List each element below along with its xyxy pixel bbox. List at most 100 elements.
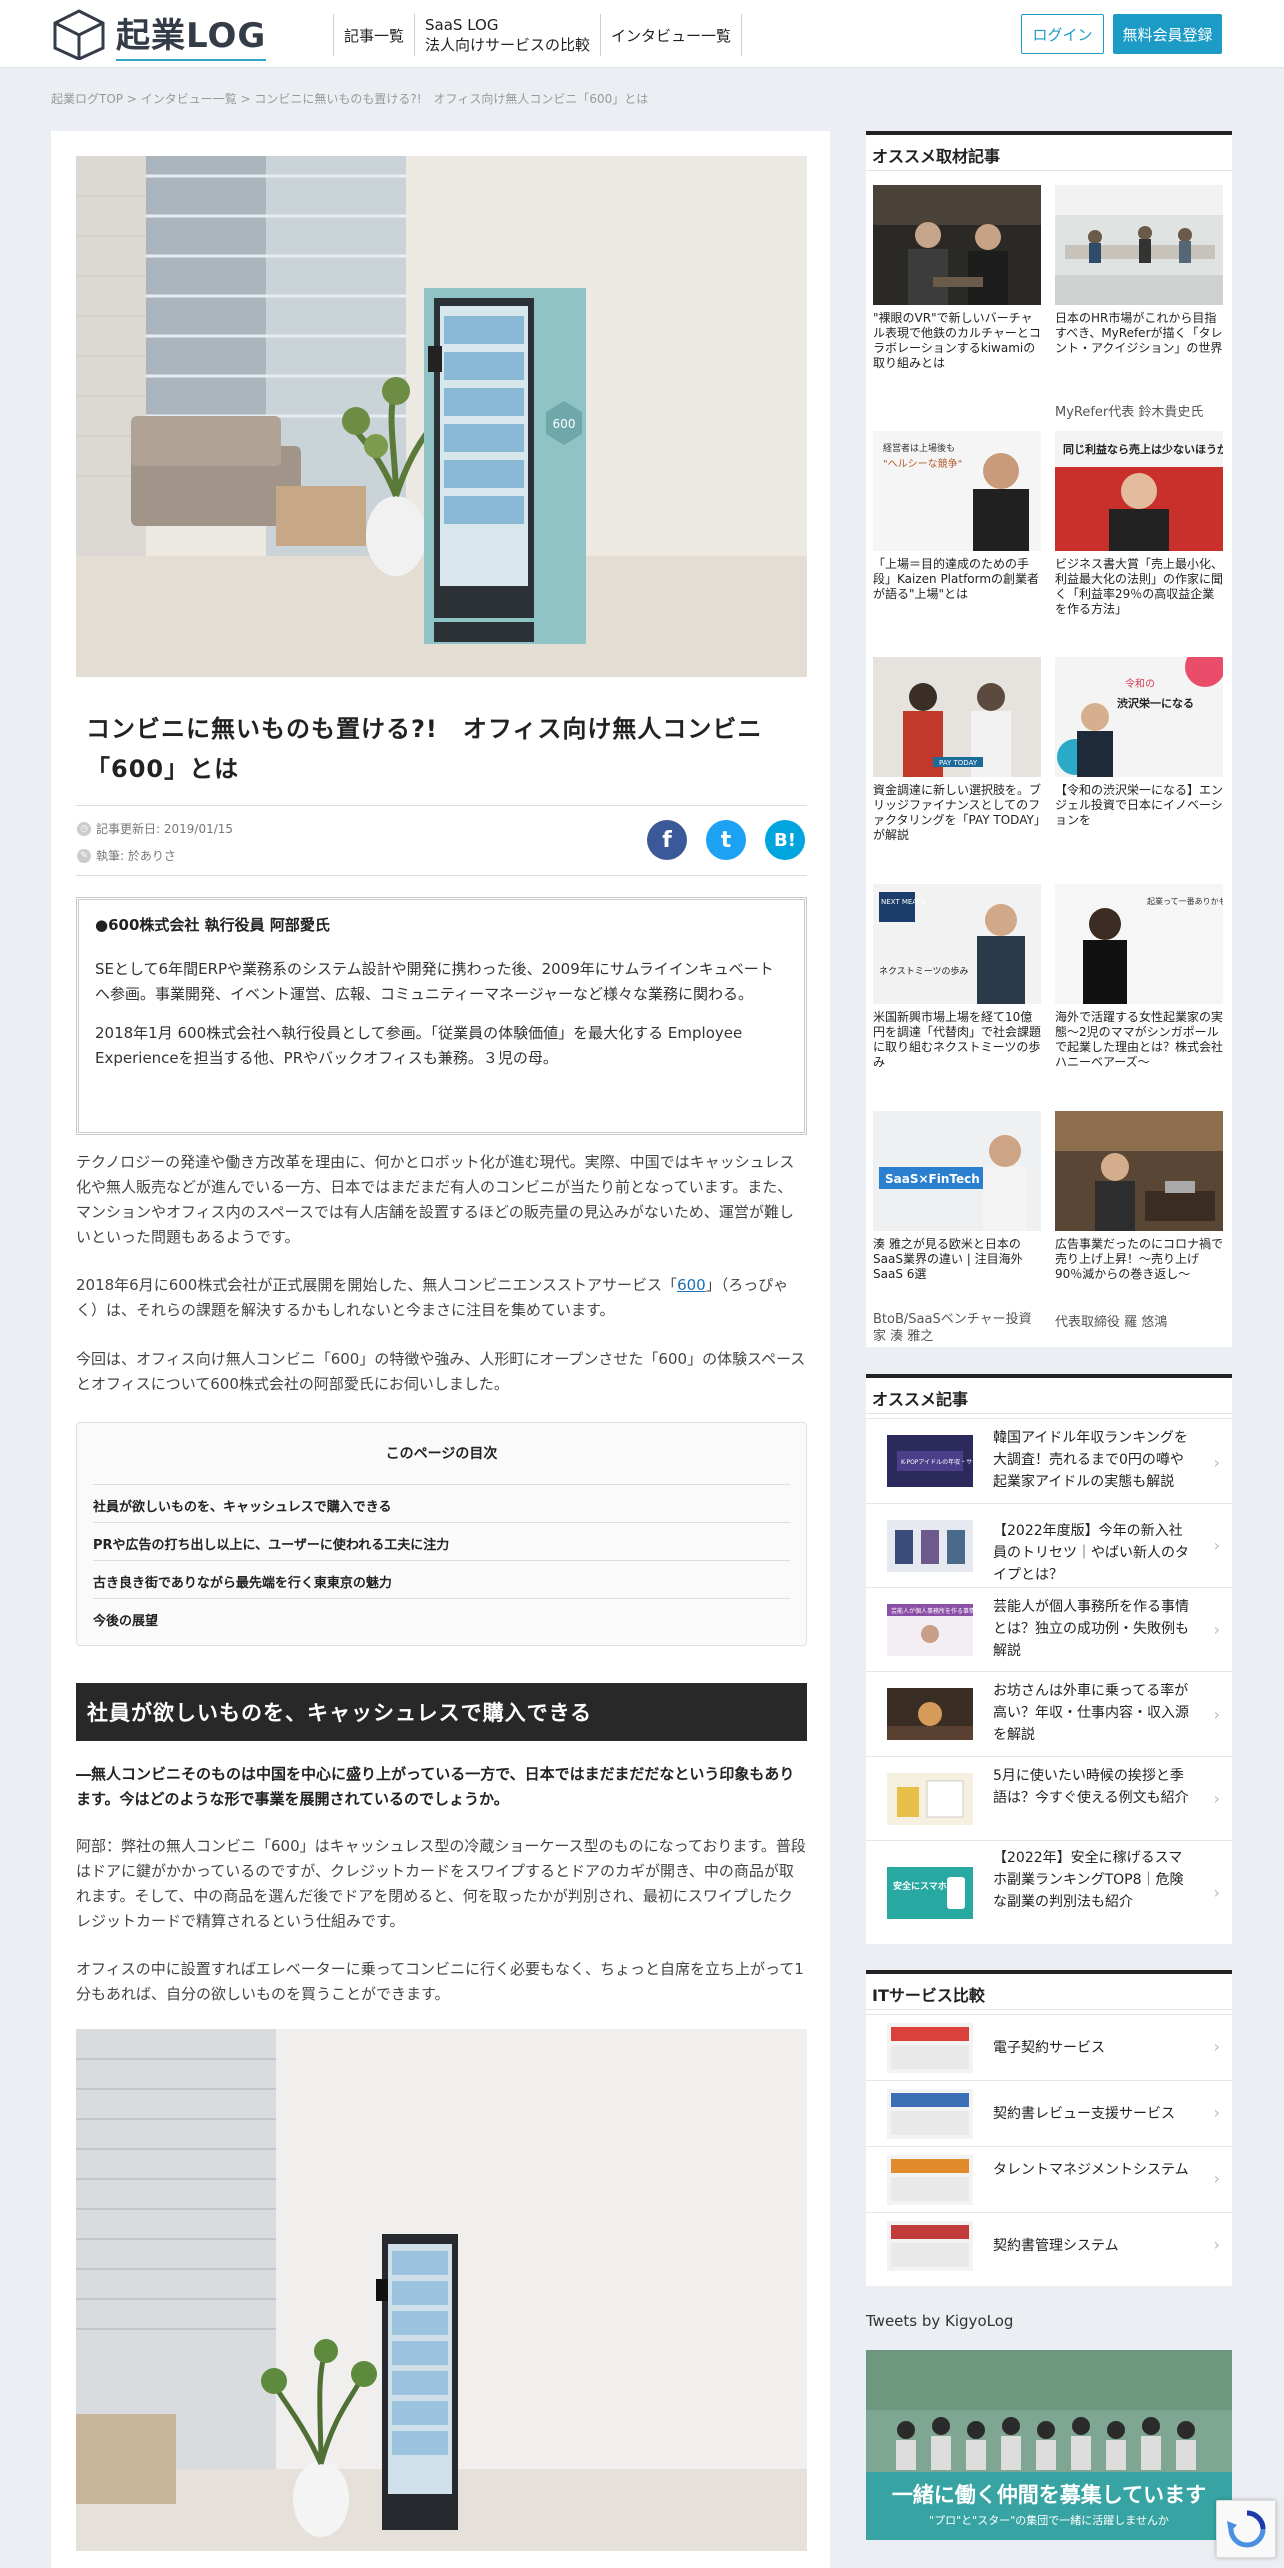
pick-card[interactable]: 日本のHR市場がこれから目指すべき、MyReferが描く「タレント・アクイジショ… [1055,185,1223,356]
pick6-thumb-text-a: 令和の [1125,677,1155,690]
rec3-thumb-text: 芸能人が個人事務所を作る事情 [891,1607,973,1615]
nav-saas-log[interactable]: SaaS LOG 法人向けサービスの比較 [414,14,600,56]
author-text: 執筆: 於ありさ [96,849,176,863]
rec-title: 【2022年度版】今年の新入社員のトリセツ｜やばい新人のタイプとは？ [993,1523,1189,1583]
profile-current: 2018年1月 600株式会社へ執行役員として参画。「従業員の体験価値」を最大化… [95,1024,743,1067]
chevron-right-icon: › [1213,2169,1220,2188]
toc-item[interactable]: PRや広告の打ち出し以上に、ユーザーに使われる工夫に注力 [93,1522,790,1560]
recommended-item[interactable]: 5月に使いたい時候の挨拶と季語は？今すぐ使える例文も紹介 › [866,1756,1232,1840]
toc-item[interactable]: 古き良き街でありながら最先端を行く東東京の魅力 [93,1560,790,1598]
pick-caption: 湊 雅之が見る欧米と日本のSaaS業界の違い | 注目海外SaaS 6選 [873,1237,1023,1281]
chevron-right-icon: › [1213,1536,1220,1555]
hero-image: 600 [76,156,807,677]
it-thumbnail [887,2155,973,2205]
rec-thumbnail: 芸能人が個人事務所を作る事情 [887,1604,973,1656]
recommended-item[interactable]: K-POPアイドルの年収・サイドビジネス事情 韓国アイドル年収ランキングを大調査… [866,1418,1232,1503]
pick-card[interactable]: PAY TODAY 資金調達に新しい選択肢を。ブリッジファイナンスとしてのファク… [873,657,1041,843]
facebook-share-button[interactable]: f [647,820,687,860]
nav-articles[interactable]: 記事一覧 [333,14,414,56]
rec-thumbnail: 安全にスマホ副業 [887,1867,973,1919]
pick-author: 代表取締役 羅 悠鴻 [1055,1315,1168,1330]
pick7-thumb-text-b: ネクストミーツの歩み [879,965,969,977]
rec-title: 【2022年】安全に稼げるスマホ副業ランキングTOP8｜危険な副業の判別法も紹介 [993,1850,1184,1910]
pick3-thumb-text-a: 経営者は上場後も [883,442,955,454]
pick-author: MyRefer代表 鈴木貴史氏 [1055,405,1204,420]
pick-caption: 日本のHR市場がこれから目指すべき、MyReferが描く「タレント・アクイジショ… [1055,311,1223,355]
it-service-item[interactable]: 契約書管理システム › [866,2212,1232,2278]
pick-card[interactable]: 令和の 渋沢栄一になる 【令和の渋沢栄一になる】エンジェル投資で日本にイノベーショ… [1055,657,1223,828]
site-logo[interactable]: 起業LOG [50,8,267,61]
pick-caption: 海外で活躍する女性起業家の実態〜2児のママがシンガポールで起業した理由とは？株式… [1055,1010,1224,1069]
pick-caption: 資金調達に新しい選択肢を。ブリッジファイナンスとしてのファクタリングを「PAY … [873,783,1042,842]
pick-thumbnail: 起業って一番ありかも [1055,884,1223,1004]
recommended-articles: オススメ記事 K-POPアイドルの年収・サイドビジネス事情 韓国アイドル年収ラン… [866,1374,1232,1944]
intro-paragraph-2: 2018年6月に600株式会社が正式展開を開始した、無人コンビニエンスストアサー… [76,1273,807,1323]
login-button[interactable]: ログイン [1021,14,1104,54]
recaptcha-badge[interactable] [1216,2500,1276,2558]
meta-divider-top [76,805,807,806]
recommended-item[interactable]: 安全にスマホ副業 【2022年】安全に稼げるスマホ副業ランキングTOP8｜危険な… [866,1840,1232,1944]
recommended-item[interactable]: 【2022年度版】今年の新入社員のトリセツ｜やばい新人のタイプとは？ › [866,1503,1232,1587]
twitter-icon: t [720,827,732,853]
it-service-item[interactable]: 契約書レビュー支援サービス › [866,2080,1232,2146]
it-service-label: 電子契約サービス [993,2040,1105,2056]
logo-cube-icon [53,9,105,60]
meta-divider-bottom [76,875,807,876]
it-service-item[interactable]: 電子契約サービス › [866,2014,1232,2080]
hatena-icon: B! [774,829,796,851]
article-updated: ◷ 記事更新日: 2019/01/15 [77,820,233,837]
toc-item[interactable]: 社員が欲しいものを、キャッシュレスで購入できる [93,1484,790,1522]
chevron-right-icon: › [1213,1620,1220,1639]
pick-caption: 米国新興市場上場を経て10億円を調達「代替肉」で社会課題に取り組むネクストミーツ… [873,1010,1042,1069]
pick8-thumb-text: 起業って一番ありかも [1147,896,1223,906]
pick-card[interactable]: 同じ利益なら売上は少ないほうがいい ビジネス書大賞「売上最小化、利益最大化の法則… [1055,431,1223,617]
twitter-banner[interactable]: 一緒に働く仲間を募集しています "プロ"と"スター"の集団で一緒に活躍しませんか [866,2350,1232,2540]
chevron-right-icon: › [1213,1453,1220,1472]
pick-thumbnail [1055,185,1223,305]
breadcrumb[interactable]: 起業ログTOP > インタビュー一覧 > コンビニに無いものも置ける?! オフィ… [51,90,648,107]
tweets-label[interactable]: Tweets by KigyoLog [866,2312,1013,2330]
pick9-thumb-text: SaaS×FinTech [885,1172,980,1186]
rec-thumbnail [887,1773,973,1825]
clock-icon: ◷ [77,821,91,836]
intro2-link-600[interactable]: 600 [677,1276,706,1294]
it-thumbnail [887,2221,973,2271]
pick-card[interactable]: "裸眼のVR"で新しいバーチャル表現で他鉄のカルチャーとコラボレーションするki… [873,185,1041,371]
toc-item[interactable]: 今後の展望 [93,1598,790,1636]
pick-card[interactable]: 広告事業だったのにコロナ禍で売り上げ上昇！〜売り上げ90％減からの巻き返し〜 [1055,1111,1223,1282]
it-service-item[interactable]: タレントマネジメントシステム › [866,2146,1232,2212]
pick-thumbnail: SaaS×FinTech [873,1111,1041,1231]
interview-question: ―無人コンビニそのものは中国を中心に盛り上がっている一方で、日本ではまだまだだな… [76,1765,795,1808]
table-of-contents: このページの目次 社員が欲しいものを、キャッシュレスで購入できる PRや広告の打… [76,1422,807,1646]
it-thumbnail [887,2023,973,2073]
twitter-share-button[interactable]: t [706,820,746,860]
pick-caption: "裸眼のVR"で新しいバーチャル表現で他鉄のカルチャーとコラボレーションするki… [873,311,1041,370]
pick-card[interactable]: 起業って一番ありかも 海外で活躍する女性起業家の実態〜2児のママがシンガポールで… [1055,884,1223,1070]
pick-caption: ビジネス書大賞「売上最小化、利益最大化の法則」の作家に聞く「利益率29％の高収益… [1055,557,1224,616]
chevron-right-icon: › [1213,2037,1220,2056]
pick-thumbnail: 令和の 渋沢栄一になる [1055,657,1223,777]
recommended-item[interactable]: お坊さんは外車に乗ってる率が高い？年収・仕事内容・収入源を解説 › [866,1671,1232,1756]
intro-paragraph-1: テクノロジーの発達や働き方改革を理由に、何かとロボット化が進む現代。実際、中国で… [76,1153,795,1246]
pick-caption: 【令和の渋沢栄一になる】エンジェル投資で日本にイノベーションを [1055,783,1224,827]
profile-name: ●600株式会社 執行役員 阿部愛氏 [95,916,330,934]
site-header: 起業LOG 記事一覧 SaaS LOG 法人向けサービスの比較 インタビュー一覧… [0,0,1284,68]
pick-card[interactable]: NEXT MEATS ネクストミーツの歩み 米国新興市場上場を経て10億円を調達「… [873,884,1041,1070]
pick-card[interactable]: 経営者は上場後も "ヘルシーな競争" 「上場＝目的達成のための手段」Kaizen … [873,431,1041,602]
register-button[interactable]: 無料会員登録 [1113,14,1222,54]
pick-card[interactable]: SaaS×FinTech 湊 雅之が見る欧米と日本のSaaS業界の違い | 注目… [873,1111,1041,1282]
recommended-item[interactable]: 芸能人が個人事務所を作る事情 芸能人が個人事務所を作る事情とは？独立の成功例・失… [866,1587,1232,1671]
tweet-banner-sub: "プロ"と"スター"の集団で一緒に活躍しませんか [929,2513,1169,2527]
recommended-title: オススメ記事 [866,1378,1232,1414]
it-thumbnail [887,2089,973,2139]
chevron-right-icon: › [1213,1705,1220,1724]
rec-title: 芸能人が個人事務所を作る事情とは？独立の成功例・失敗例も解説 [993,1599,1189,1659]
chevron-right-icon: › [1213,1789,1220,1808]
article-author: ✎ 執筆: 於ありさ [77,847,176,864]
pick-thumbnail: PAY TODAY [873,657,1041,777]
nav-interviews[interactable]: インタビュー一覧 [600,14,743,56]
section-heading: 社員が欲しいものを、キャッシュレスで購入できる [76,1683,807,1741]
interview-answer-1: 阿部：弊社の無人コンビニ「600」はキャッシュレス型の冷蔵ショーケース型のものに… [76,1837,806,1930]
hatena-share-button[interactable]: B! [765,820,805,860]
rec-title: お坊さんは外車に乗ってる率が高い？年収・仕事内容・収入源を解説 [993,1683,1189,1743]
